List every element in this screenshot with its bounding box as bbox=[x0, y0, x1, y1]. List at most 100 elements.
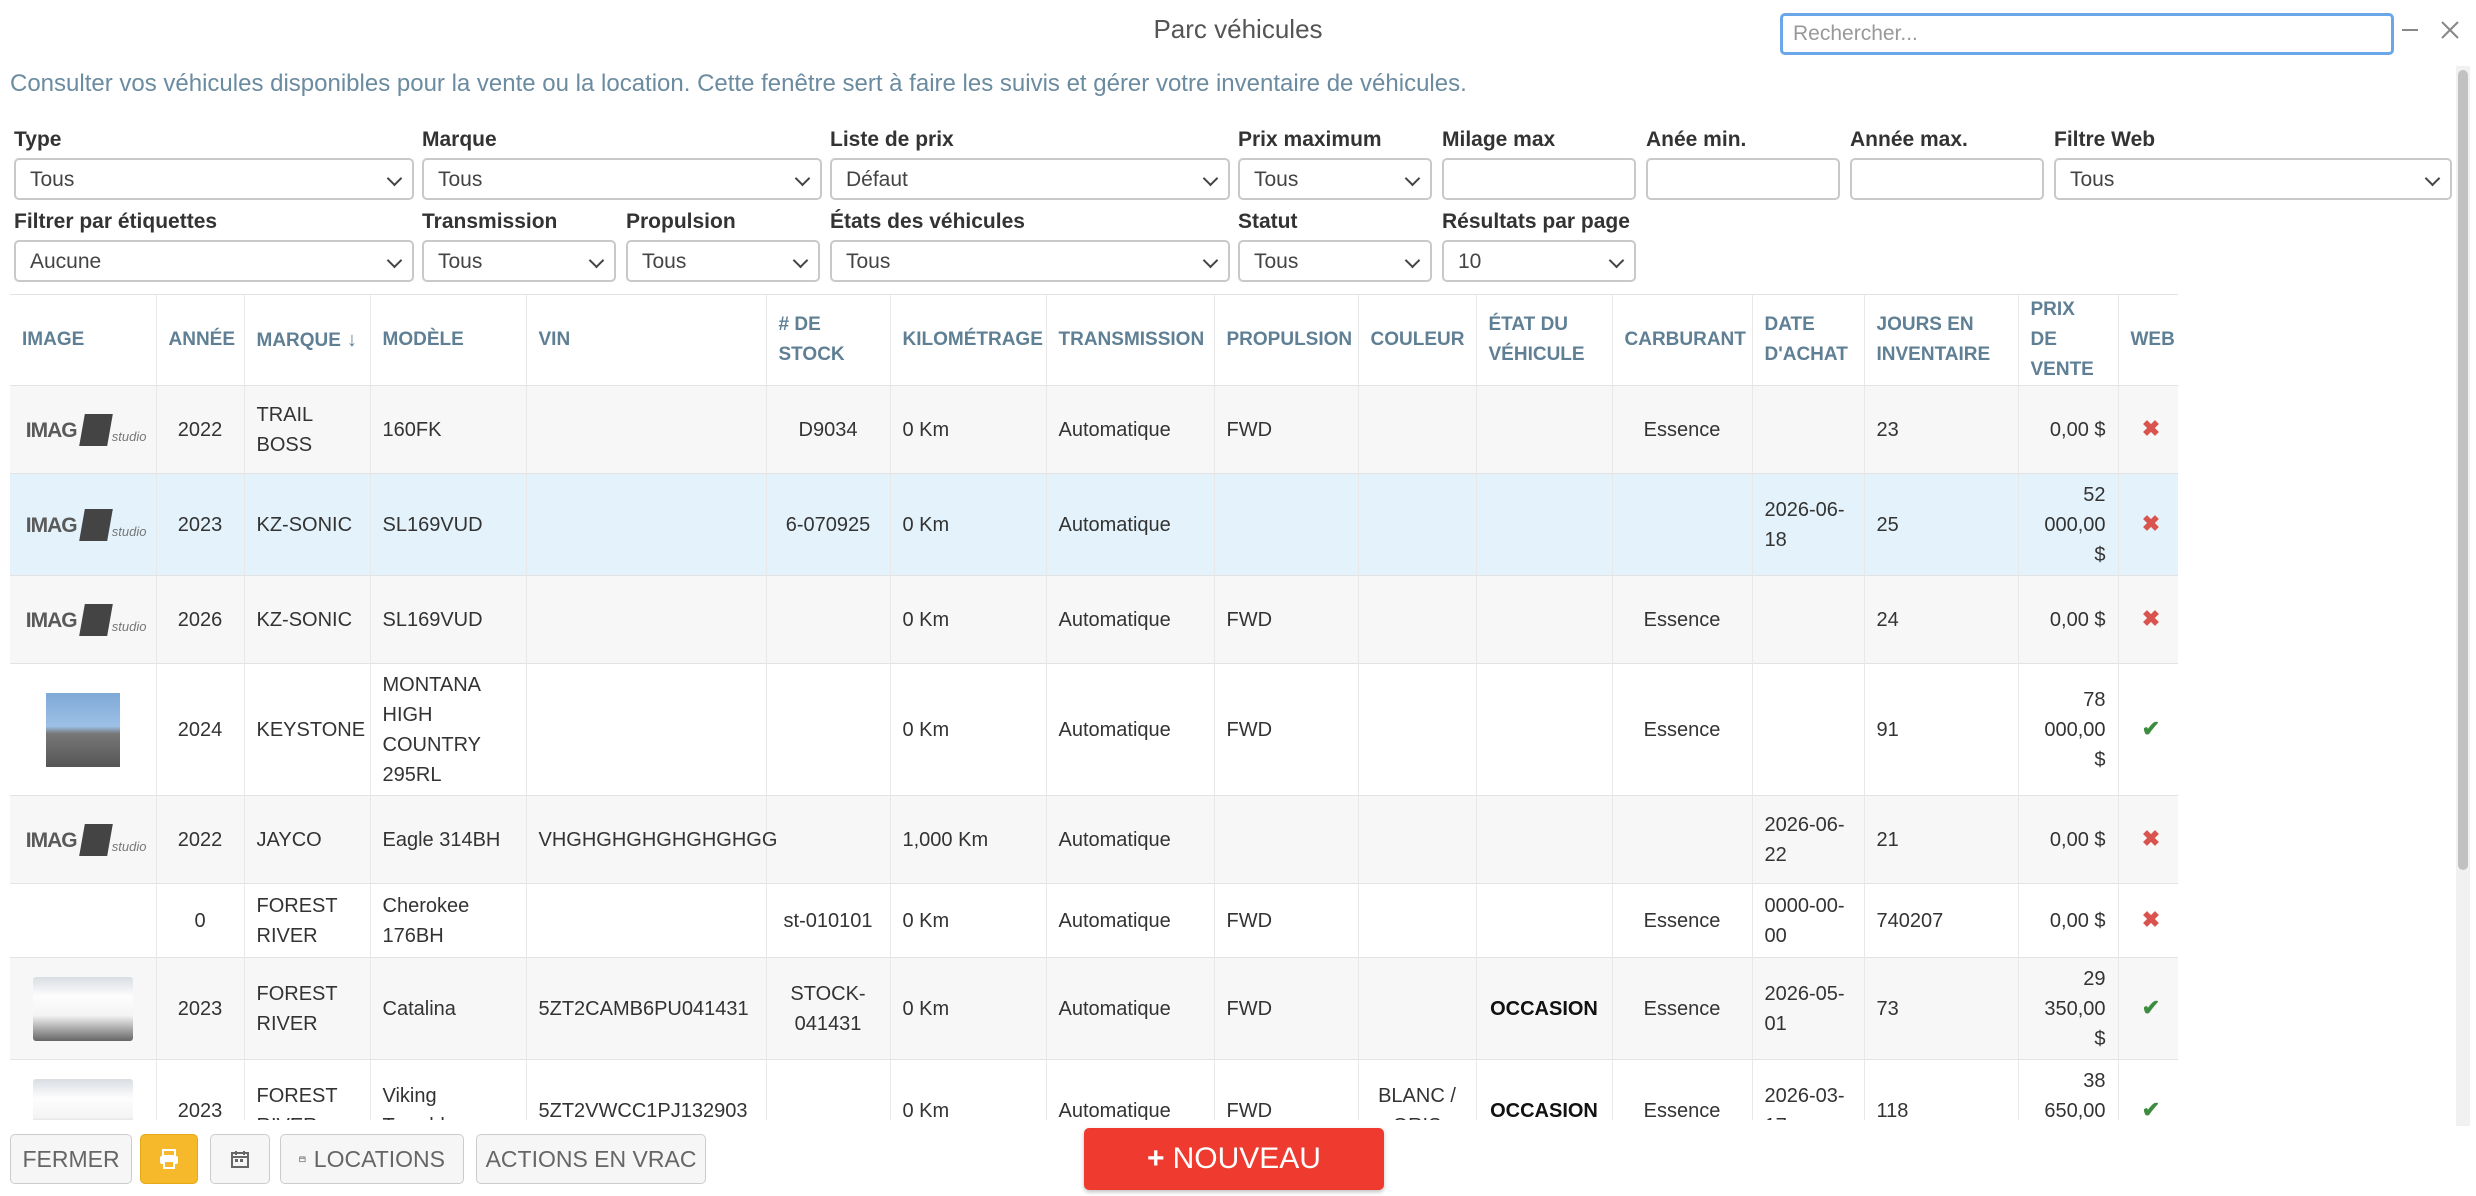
filter-prix-max-select[interactable]: Tous bbox=[1238, 158, 1432, 200]
filter-transmission: Transmission Tous bbox=[422, 210, 616, 282]
filter-annee-min-label: Anée min. bbox=[1646, 128, 1747, 151]
cell-km: 0 Km bbox=[890, 883, 1047, 958]
filter-statut-select[interactable]: Tous bbox=[1238, 240, 1432, 282]
cell-carburant: Essence bbox=[1612, 663, 1753, 796]
calendar-button[interactable] bbox=[210, 1134, 270, 1184]
col-web[interactable]: WEB bbox=[2118, 294, 2178, 386]
col-jours[interactable]: JOURS EN INVENTAIRE bbox=[1864, 294, 2019, 386]
cell-km: 1,000 Km bbox=[890, 795, 1047, 884]
cell-annee: 2022 bbox=[156, 795, 245, 884]
cell-modele: MONTANA HIGH COUNTRY 295RL bbox=[370, 663, 527, 796]
filter-web-label: Filtre Web bbox=[2054, 128, 2156, 151]
col-image[interactable]: IMAGE bbox=[10, 294, 157, 386]
filter-transmission-select[interactable]: Tous bbox=[422, 240, 616, 282]
table-row[interactable]: 2024 KEYSTONE MONTANA HIGH COUNTRY 295RL 0 … bbox=[10, 663, 2178, 796]
filter-prix-max: Prix maximum Tous bbox=[1238, 128, 1432, 200]
cell-image[interactable] bbox=[10, 883, 157, 958]
cell-image[interactable] bbox=[10, 957, 157, 1060]
cell-km: 0 Km bbox=[890, 663, 1047, 796]
table-row[interactable]: 0 FOREST RIVER Cherokee 176BH st-010101 0 Km… bbox=[10, 883, 2178, 958]
cell-jours: 24 bbox=[1864, 575, 2019, 664]
cell-couleur bbox=[1358, 663, 1477, 796]
col-km[interactable]: KILOMÉTRAGE bbox=[890, 294, 1047, 386]
nouveau-button[interactable]: + NOUVEAU bbox=[1084, 1128, 1384, 1190]
filter-etiquettes-select[interactable]: Aucune bbox=[14, 240, 414, 282]
page-description: Consulter vos véhicules disponibles pour… bbox=[10, 70, 1467, 97]
filter-annee-max-label: Année max. bbox=[1850, 128, 1968, 151]
cell-image[interactable]: IMAG studio bbox=[10, 795, 157, 884]
filter-resultats-select[interactable]: 10 bbox=[1442, 240, 1636, 282]
cell-prix: 0,00 $ bbox=[2018, 385, 2119, 474]
col-vin[interactable]: VIN bbox=[526, 294, 767, 386]
col-modele[interactable]: MODÈLE bbox=[370, 294, 527, 386]
filter-etats-label: États des véhicules bbox=[830, 210, 1025, 233]
filter-marque-select[interactable]: Tous bbox=[422, 158, 822, 200]
vehicle-photo bbox=[32, 976, 133, 1041]
print-button[interactable] bbox=[140, 1134, 198, 1184]
filter-marque-label: Marque bbox=[422, 128, 497, 151]
cell-modele: Cherokee 176BH bbox=[370, 883, 527, 958]
locations-label: LOCATIONS bbox=[313, 1145, 445, 1172]
filter-annee-min: Anée min. bbox=[1646, 128, 1840, 200]
filter-propulsion-label: Propulsion bbox=[626, 210, 736, 233]
cell-couleur bbox=[1358, 473, 1477, 576]
col-annee[interactable]: ANNÉE bbox=[156, 294, 245, 386]
vehicle-photo bbox=[45, 692, 120, 767]
filter-propulsion-select[interactable]: Tous bbox=[626, 240, 820, 282]
cell-annee: 2022 bbox=[156, 385, 245, 474]
locations-button[interactable]: LOCATIONS bbox=[280, 1134, 464, 1184]
cell-stock bbox=[766, 575, 891, 664]
placeholder-logo-small: studio bbox=[111, 618, 147, 634]
scrollbar-thumb[interactable] bbox=[2458, 70, 2468, 870]
cell-transmission: Automatique bbox=[1046, 385, 1215, 474]
actions-vrac-button[interactable]: ACTIONS EN VRAC bbox=[476, 1134, 706, 1184]
col-couleur[interactable]: COULEUR bbox=[1358, 294, 1477, 386]
cell-date-achat: 2026-06-22 bbox=[1752, 795, 1865, 884]
minimize-button[interactable] bbox=[2392, 12, 2428, 48]
col-prix[interactable]: PRIX DE VENTE bbox=[2018, 294, 2119, 386]
cell-jours: 25 bbox=[1864, 473, 2019, 576]
placeholder-logo-text: IMAG bbox=[25, 513, 78, 537]
filter-etats-select[interactable]: Tous bbox=[830, 240, 1230, 282]
cell-prix: 78 000,00 $ bbox=[2018, 663, 2119, 796]
filter-resultats-label: Résultats par page bbox=[1442, 210, 1630, 233]
filter-milage-max-input[interactable] bbox=[1442, 158, 1636, 200]
vehicles-table: IMAGE ANNÉE MARQUE ↓ MODÈLE VIN # DE STOC… bbox=[10, 294, 2178, 1120]
nouveau-label: NOUVEAU bbox=[1172, 1142, 1321, 1175]
col-carburant[interactable]: CARBURANT bbox=[1612, 294, 1753, 386]
col-propulsion[interactable]: PROPULSION bbox=[1214, 294, 1359, 386]
cell-image[interactable]: IMAG studio bbox=[10, 385, 157, 474]
cell-image[interactable]: IMAG studio bbox=[10, 575, 157, 664]
cell-date-achat bbox=[1752, 663, 1865, 796]
fermer-button[interactable]: FERMER bbox=[10, 1134, 132, 1184]
table-row[interactable]: 2023FOREST RIVERViking Towable5ZT2VWCC1P… bbox=[10, 1059, 2178, 1120]
cross-icon: ✖ bbox=[2141, 907, 2161, 932]
filter-marque: Marque Tous bbox=[422, 128, 822, 200]
cell-date-achat bbox=[1752, 575, 1865, 664]
close-button[interactable] bbox=[2432, 12, 2468, 48]
vertical-scrollbar[interactable] bbox=[2456, 66, 2470, 1126]
cell-image[interactable] bbox=[10, 663, 157, 796]
cell-km: 0 Km bbox=[890, 473, 1047, 576]
filter-type-select[interactable]: Tous bbox=[14, 158, 414, 200]
cell-image[interactable] bbox=[10, 1059, 157, 1120]
col-stock[interactable]: # DE STOCK bbox=[766, 294, 891, 386]
filter-annee-max-input[interactable] bbox=[1850, 158, 2044, 200]
cell-image[interactable]: IMAG studio bbox=[10, 473, 157, 576]
cell-stock: st-010101 bbox=[766, 883, 891, 958]
col-etat[interactable]: ÉTAT DU VÉHICULE bbox=[1476, 294, 1613, 386]
filter-liste-prix-select[interactable]: Défaut bbox=[830, 158, 1230, 200]
cell-km: 0 Km bbox=[890, 385, 1047, 474]
search-input[interactable] bbox=[1780, 13, 2394, 55]
table-row[interactable]: IMAG studio 2026 KZ-SONIC SL169VUD 0 Km Automa… bbox=[10, 575, 2178, 664]
col-transmission[interactable]: TRANSMISSION bbox=[1046, 294, 1215, 386]
table-row[interactable]: 2023 FOREST RIVER Catalina 5ZT2CAMB6PU04143… bbox=[10, 957, 2178, 1060]
col-marque[interactable]: MARQUE ↓ bbox=[244, 294, 371, 386]
filter-annee-min-input[interactable] bbox=[1646, 158, 1840, 200]
filter-liste-prix: Liste de prix Défaut bbox=[830, 128, 1230, 200]
col-date-achat[interactable]: DATE D'ACHAT bbox=[1752, 294, 1865, 386]
filter-web-select[interactable]: Tous bbox=[2054, 158, 2452, 200]
table-row[interactable]: IMAG studio 2022 JAYCO Eagle 314BH VHGHGHGHGH… bbox=[10, 795, 2178, 884]
table-row[interactable]: IMAG studio 2023 KZ-SONIC SL169VUD 6-070925 0 … bbox=[10, 473, 2178, 576]
table-row[interactable]: IMAG studio 2022 TRAIL BOSS 160FK D9034 0 Km Au… bbox=[10, 385, 2178, 474]
